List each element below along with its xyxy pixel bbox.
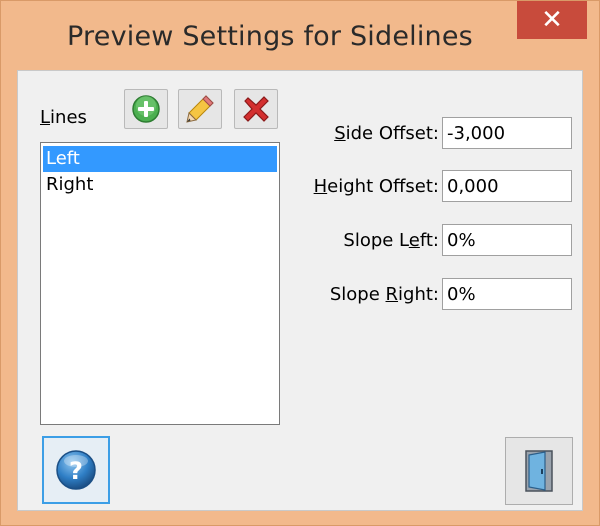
height-offset-label: Height Offset: (313, 175, 439, 197)
lines-label: Lines (40, 107, 87, 128)
lines-list[interactable]: Left Right (40, 142, 280, 425)
window-title: Preview Settings for Sidelines (67, 21, 473, 52)
height-offset-input[interactable] (442, 170, 572, 202)
help-button[interactable]: ? (42, 436, 110, 504)
height-offset-row: Height Offset: (298, 168, 572, 204)
close-button[interactable]: ✕ (517, 1, 587, 39)
title-bar[interactable]: Preview Settings for Sidelines ✕ (1, 1, 599, 81)
list-item-left[interactable]: Left (43, 146, 277, 172)
dialog-body: Lines Left Right Side Offset: -3,000 Hei… (17, 70, 583, 511)
exit-button[interactable] (505, 437, 573, 505)
slope-right-label: Slope Right: (329, 283, 439, 305)
delete-icon (243, 96, 269, 122)
slope-right-input[interactable] (442, 278, 572, 310)
side-offset-input[interactable] (442, 117, 572, 149)
add-line-button[interactable] (124, 89, 168, 129)
pencil-icon (186, 95, 214, 123)
help-icon: ? (56, 450, 96, 490)
add-icon (132, 95, 160, 123)
slope-left-row: Slope Left: (298, 222, 572, 258)
list-item-right[interactable]: Right (43, 172, 277, 198)
svg-text:?: ? (69, 457, 83, 485)
slope-right-row: Slope Right: (298, 276, 572, 312)
delete-line-button[interactable] (234, 89, 278, 129)
side-offset-label: Side Offset: (334, 122, 439, 144)
dialog-window: Preview Settings for Sidelines ✕ Lines L… (0, 0, 600, 526)
door-icon (525, 450, 553, 492)
slope-left-label: Slope Left: (343, 229, 439, 251)
slope-left-input[interactable] (442, 224, 572, 256)
edit-line-button[interactable] (178, 89, 222, 129)
close-icon: ✕ (541, 5, 563, 35)
side-offset-row: Side Offset: (298, 115, 572, 151)
